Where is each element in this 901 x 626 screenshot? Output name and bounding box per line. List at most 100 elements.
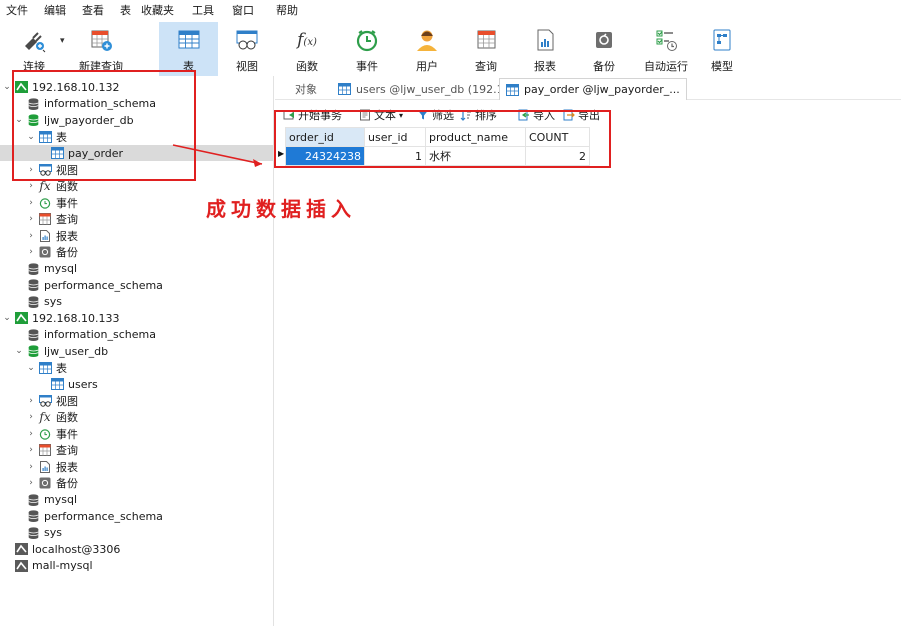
table-icon	[38, 361, 52, 374]
database-icon	[26, 279, 40, 292]
tab-pay-order[interactable]: pay_order @ljw_payorder_...	[499, 78, 687, 100]
chevron-down-icon[interactable]: ⌄	[26, 363, 36, 373]
server-gray-icon	[14, 559, 28, 572]
tree-item[interactable]: › fx 函数	[26, 409, 78, 425]
toolbar-new-query-button[interactable]: 新建查询	[72, 22, 130, 76]
chevron-right-icon[interactable]: ›	[26, 412, 36, 422]
backup-icon	[38, 246, 52, 259]
toolbar-model-button[interactable]: 模型	[694, 22, 750, 76]
chevron-right-icon[interactable]: ›	[26, 214, 36, 224]
tree-item[interactable]: information_schema	[14, 327, 156, 343]
chevron-down-icon[interactable]: ⌄	[14, 346, 24, 356]
toolbar-view-button[interactable]: 视图	[219, 22, 275, 76]
view-icon	[232, 25, 262, 55]
toolbar-user-button[interactable]: 用户	[399, 22, 455, 76]
tab-users[interactable]: users @ljw_user_db (192.1...	[332, 78, 520, 100]
tree-item[interactable]: › 事件	[26, 195, 78, 211]
tree-item-label: mysql	[44, 493, 77, 506]
tree-item[interactable]: performance_schema	[14, 277, 163, 293]
menu-view[interactable]: 查看	[74, 0, 112, 22]
toolbar-label: 事件	[356, 60, 378, 73]
chevron-down-icon[interactable]: ⌄	[2, 82, 12, 92]
tree-item[interactable]: › 视图	[26, 393, 78, 409]
tree-item[interactable]: › 查询	[26, 442, 78, 458]
toolbar-report-button[interactable]: 报表	[517, 22, 573, 76]
chevron-right-icon[interactable]: ›	[26, 198, 36, 208]
tree-item-label: ljw_user_db	[44, 344, 109, 358]
toolbar-event-button[interactable]: 事件	[339, 22, 395, 76]
tree-item[interactable]: › 备份	[26, 475, 78, 491]
database-icon	[26, 262, 40, 275]
toolbar-automation-button[interactable]: 自动运行	[638, 22, 694, 76]
toolbar-query-button[interactable]: 查询	[458, 22, 514, 76]
backup-icon	[589, 25, 619, 55]
menu-edit[interactable]: 编辑	[36, 0, 74, 22]
chevron-right-icon[interactable]: ›	[26, 429, 36, 439]
tree-item[interactable]: › 事件	[26, 426, 78, 442]
query-icon	[38, 444, 52, 457]
tree-item[interactable]: users	[38, 376, 98, 392]
tree-item[interactable]: ⌄ 192.168.10.133	[2, 310, 119, 326]
tree-item-label: 事件	[56, 196, 78, 210]
tab-bar: 对象 users @ljw_user_db (192.1... pay_orde…	[275, 78, 901, 100]
tree-item[interactable]: sys	[14, 525, 62, 541]
tree-item-label: performance_schema	[44, 278, 163, 292]
tree-item-label: 查询	[56, 444, 78, 457]
toolbar-label: 报表	[534, 60, 556, 73]
tree-item[interactable]: ⌄ ljw_user_db	[14, 343, 108, 359]
table-icon	[338, 83, 352, 95]
model-icon	[707, 25, 737, 55]
database-icon	[26, 510, 40, 523]
database-icon	[26, 526, 40, 539]
menu-help[interactable]: 帮助	[262, 0, 306, 22]
toolbar-backup-button[interactable]: 备份	[576, 22, 632, 76]
toolbar-label: 函数	[296, 60, 318, 73]
tree-item-label: 函数	[56, 411, 78, 424]
tree-item[interactable]: ⌄ 表	[26, 360, 67, 376]
chevron-right-icon[interactable]: ›	[26, 462, 36, 472]
table-icon	[50, 378, 64, 391]
tree-item[interactable]: › 报表	[26, 459, 78, 475]
tab-users-label: users @ljw_user_db (192.1...	[356, 82, 515, 96]
chevron-right-icon[interactable]: ›	[26, 445, 36, 455]
database-icon	[26, 295, 40, 308]
menu-table[interactable]: 表	[112, 0, 133, 22]
tree-item[interactable]: mall-mysql	[2, 558, 93, 574]
tree-item[interactable]: mysql	[14, 261, 77, 277]
toolbar-connection-button[interactable]: 连接	[6, 22, 62, 76]
tree-item[interactable]: mysql	[14, 492, 77, 508]
tab-objects[interactable]: 对象	[289, 78, 323, 100]
tree-item[interactable]: › 查询	[26, 211, 78, 227]
connection-dropdown-icon[interactable]: ▾	[60, 36, 65, 46]
tab-objects-label: 对象	[295, 83, 317, 96]
user-icon	[412, 25, 442, 55]
menu-favorites[interactable]: 收藏夹	[133, 0, 182, 22]
tree-item[interactable]: › 报表	[26, 228, 78, 244]
menu-window[interactable]: 窗口	[222, 0, 262, 22]
toolbar-function-button[interactable]: f(x) 函数	[279, 22, 335, 76]
toolbar-label: 查询	[475, 60, 497, 73]
chevron-right-icon[interactable]: ›	[26, 247, 36, 257]
toolbar-label: 用户	[416, 60, 438, 73]
tree-item[interactable]: sys	[14, 294, 62, 310]
report-icon	[38, 229, 52, 242]
tree-item[interactable]: performance_schema	[14, 508, 163, 524]
menu-tools[interactable]: 工具	[182, 0, 222, 22]
annotation-highlight-tree	[12, 70, 196, 181]
chevron-down-icon[interactable]: ⌄	[2, 313, 12, 323]
toolbar-table-button[interactable]: 表	[159, 22, 218, 76]
function-icon: fx	[39, 410, 51, 424]
view-icon	[38, 394, 52, 407]
menu-file[interactable]: 文件	[0, 0, 36, 22]
chevron-right-icon[interactable]: ›	[26, 231, 36, 241]
chevron-right-icon[interactable]: ›	[26, 396, 36, 406]
tree-item[interactable]: localhost@3306	[2, 541, 120, 557]
tree-item-label: localhost@3306	[32, 542, 121, 556]
chevron-right-icon[interactable]: ›	[26, 181, 36, 191]
database-icon	[26, 493, 40, 506]
table-icon	[174, 25, 204, 55]
toolbar-label: 模型	[711, 60, 733, 73]
chevron-right-icon[interactable]: ›	[26, 478, 36, 488]
tree-item[interactable]: › 备份	[26, 244, 78, 260]
tree-item-label: mysql	[44, 262, 77, 275]
